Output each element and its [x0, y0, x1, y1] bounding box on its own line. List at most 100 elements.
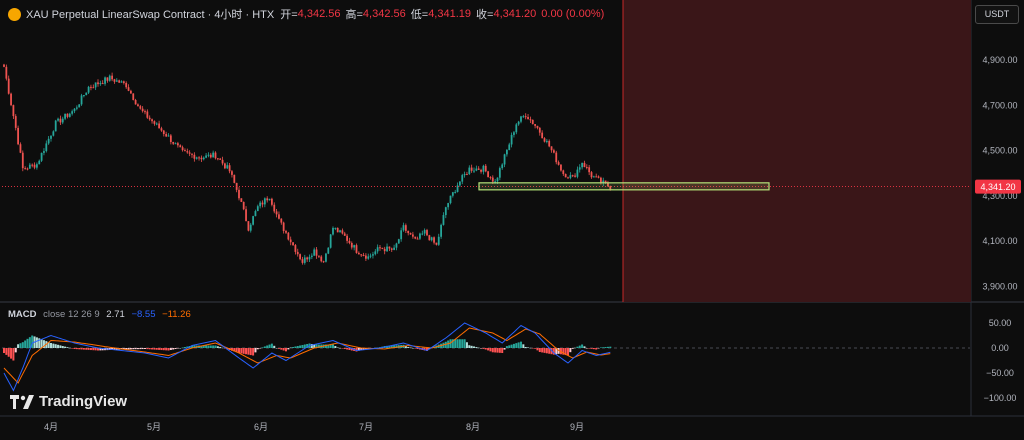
candle[interactable] — [120, 81, 123, 83]
candle[interactable] — [296, 251, 299, 255]
candle[interactable] — [240, 198, 243, 202]
candle[interactable] — [153, 121, 156, 124]
candle[interactable] — [362, 254, 365, 256]
candle[interactable] — [444, 207, 447, 216]
candle[interactable] — [209, 154, 212, 158]
candle[interactable] — [130, 90, 132, 94]
price-chart[interactable]: 4,900.004,700.004,500.004,300.004,100.00… — [0, 0, 1024, 440]
candle[interactable] — [440, 224, 442, 237]
candle[interactable] — [33, 164, 36, 168]
candle[interactable] — [564, 173, 567, 178]
candle[interactable] — [108, 75, 111, 81]
candle[interactable] — [52, 131, 55, 136]
candle[interactable] — [104, 77, 106, 84]
candle[interactable] — [447, 203, 450, 208]
support-zone-rectangle[interactable] — [478, 182, 770, 191]
candle[interactable] — [451, 192, 454, 196]
candle[interactable] — [449, 195, 452, 204]
candle[interactable] — [92, 87, 95, 89]
candle[interactable] — [395, 243, 398, 248]
candle[interactable] — [224, 163, 226, 169]
candle[interactable] — [212, 152, 215, 158]
candle[interactable] — [327, 247, 330, 254]
candle[interactable] — [421, 233, 424, 235]
candle[interactable] — [68, 113, 71, 117]
candle[interactable] — [12, 105, 15, 117]
candle[interactable] — [247, 221, 250, 231]
candle[interactable] — [233, 174, 236, 183]
candle[interactable] — [198, 157, 200, 159]
candle[interactable] — [480, 169, 482, 172]
candle[interactable] — [155, 123, 158, 125]
candle[interactable] — [59, 118, 62, 123]
candle[interactable] — [545, 140, 548, 142]
candle[interactable] — [219, 158, 222, 160]
candle[interactable] — [520, 116, 522, 122]
candle[interactable] — [576, 169, 579, 177]
candle[interactable] — [419, 233, 421, 239]
candle[interactable] — [376, 247, 379, 252]
candle[interactable] — [506, 149, 508, 155]
candle[interactable] — [567, 177, 569, 179]
candle[interactable] — [158, 123, 160, 129]
candle[interactable] — [360, 254, 363, 256]
candle[interactable] — [491, 177, 494, 182]
candle[interactable] — [24, 168, 27, 170]
candle[interactable] — [318, 255, 320, 257]
candle[interactable] — [343, 233, 346, 236]
candle[interactable] — [414, 236, 417, 239]
candle[interactable] — [17, 127, 19, 145]
candle[interactable] — [271, 198, 273, 205]
candle[interactable] — [268, 198, 271, 201]
candle[interactable] — [186, 151, 189, 153]
candle[interactable] — [416, 238, 419, 240]
candle[interactable] — [581, 162, 583, 168]
candle[interactable] — [174, 143, 177, 145]
candle[interactable] — [355, 245, 358, 253]
candle[interactable] — [369, 255, 372, 257]
candle[interactable] — [64, 113, 66, 119]
candle[interactable] — [386, 246, 388, 252]
candle[interactable] — [26, 168, 29, 170]
candle[interactable] — [484, 165, 487, 172]
candle[interactable] — [181, 147, 184, 151]
candle[interactable] — [322, 261, 325, 263]
candle[interactable] — [557, 162, 560, 165]
candle[interactable] — [7, 78, 10, 94]
candle[interactable] — [313, 249, 316, 256]
candle[interactable] — [99, 83, 102, 85]
candle[interactable] — [423, 230, 426, 234]
candle[interactable] — [113, 79, 116, 82]
candle[interactable] — [433, 237, 435, 243]
candle[interactable] — [14, 116, 17, 128]
candle[interactable] — [144, 111, 146, 113]
candle[interactable] — [365, 255, 367, 259]
candle[interactable] — [583, 162, 586, 168]
candle[interactable] — [254, 211, 257, 217]
candle[interactable] — [350, 242, 353, 248]
candle[interactable] — [134, 99, 137, 105]
candle[interactable] — [249, 224, 252, 231]
candle[interactable] — [407, 230, 410, 234]
candle[interactable] — [80, 95, 83, 105]
candle[interactable] — [40, 152, 43, 161]
candle[interactable] — [325, 253, 327, 262]
candle[interactable] — [19, 144, 22, 153]
tradingview-logo[interactable]: TradingView — [10, 393, 127, 410]
candle[interactable] — [66, 113, 69, 117]
candle[interactable] — [287, 232, 290, 240]
candle[interactable] — [560, 164, 562, 171]
candle[interactable] — [428, 235, 431, 241]
candle[interactable] — [320, 256, 323, 262]
candle[interactable] — [435, 242, 438, 245]
candle[interactable] — [282, 222, 285, 231]
candle[interactable] — [221, 159, 224, 164]
candle[interactable] — [137, 104, 139, 107]
candle[interactable] — [172, 141, 175, 144]
candle[interactable] — [28, 164, 31, 169]
candle[interactable] — [273, 204, 276, 212]
candle[interactable] — [393, 247, 395, 250]
candle[interactable] — [160, 128, 163, 131]
candle[interactable] — [184, 150, 186, 152]
candle[interactable] — [148, 117, 151, 120]
